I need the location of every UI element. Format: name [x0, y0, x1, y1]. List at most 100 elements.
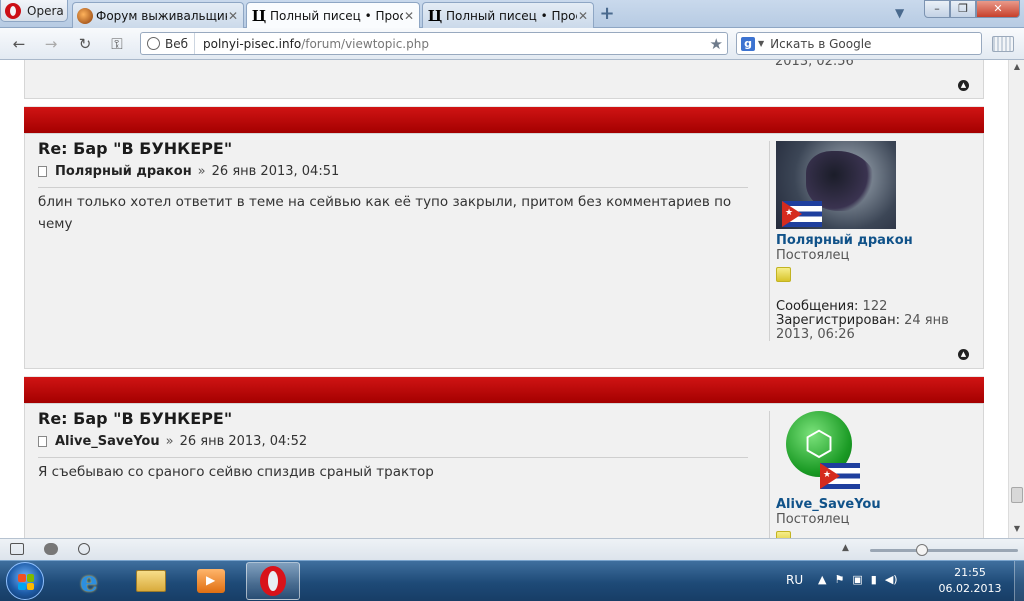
new-tab-plus-icon[interactable]: +	[598, 5, 616, 23]
hexagon-icon: ⬡	[804, 424, 834, 464]
windows-taskbar: e RU ▲ ⚑ ▣ ▮ ◀) 21:55 06.02.2013	[0, 560, 1024, 601]
pi-icon: Ц	[427, 6, 443, 25]
clock[interactable]: 21:55 06.02.2013	[938, 565, 1002, 597]
tab-title: Полный писец • Прос...	[446, 8, 577, 23]
zoom-slider[interactable]	[870, 549, 1018, 552]
post-author[interactable]: Полярный дракон	[55, 164, 192, 179]
scroll-thumb[interactable]	[1011, 487, 1023, 503]
device-icon[interactable]: ▣	[852, 573, 862, 586]
search-placeholder: Искать в Google	[770, 36, 872, 51]
panel-toggle-icon[interactable]	[10, 543, 24, 555]
profile-username[interactable]: Полярный дракон	[776, 233, 966, 248]
folder-icon	[136, 570, 166, 592]
taskbar-media-player[interactable]	[184, 562, 238, 600]
vertical-scrollbar[interactable]: ▲ ▼	[1008, 60, 1024, 538]
zoom-up-icon[interactable]: ▲	[842, 543, 849, 553]
forward-arrow-icon[interactable]: →	[42, 36, 60, 52]
post-title[interactable]: Re: Бар "В БУНКЕРЕ"	[38, 139, 232, 158]
media-player-icon	[197, 569, 225, 593]
post-date: 26 янв 2013, 04:52	[179, 434, 308, 449]
language-indicator[interactable]: RU	[786, 573, 803, 587]
scroll-up-icon[interactable]: ▲	[1009, 60, 1024, 74]
back-arrow-icon[interactable]: ←	[10, 36, 28, 52]
meta-separator: »	[165, 434, 174, 449]
tab-polnyi-pisec[interactable]: Ц Полный писец • Прос... ✕	[422, 2, 594, 28]
taskbar-internet-explorer[interactable]: e	[62, 562, 116, 600]
post-date: 26 янв 2013, 04:51	[211, 164, 340, 179]
profile-rank: Постоялец	[776, 512, 850, 527]
close-tab-icon[interactable]: ✕	[227, 9, 239, 23]
back-to-top-icon[interactable]: ▲	[958, 349, 969, 360]
back-to-top-icon[interactable]: ▲	[958, 80, 969, 91]
speedometer-icon[interactable]	[78, 543, 90, 555]
profile-registered: Зарегистрирован: 24 янв 2013, 06:26	[776, 314, 966, 342]
post-meta: Полярный дракон » 26 янв 2013, 04:51	[38, 164, 339, 179]
window-controls: – ❐ ✕	[924, 0, 1020, 18]
rank-icon	[776, 267, 791, 282]
google-icon[interactable]: g	[741, 36, 755, 51]
cloud-icon[interactable]	[44, 543, 58, 555]
close-window-icon[interactable]: ✕	[976, 0, 1020, 18]
start-button[interactable]	[6, 562, 44, 600]
post-icon[interactable]	[38, 166, 47, 177]
url-path: /forum/viewtopic.php	[301, 36, 429, 51]
meta-separator: »	[197, 164, 206, 179]
tab-forum-survivalist[interactable]: Форум выживальщик... ✕	[72, 2, 244, 28]
clock-date: 06.02.2013	[938, 582, 1002, 595]
tab-list-chevron-icon[interactable]: ▼	[895, 6, 904, 20]
profile-username[interactable]: Alive_SaveYou	[776, 497, 881, 512]
internet-explorer-icon: e	[80, 564, 98, 598]
rank-icon	[776, 531, 791, 538]
post-title[interactable]: Re: Бар "В БУНКЕРЕ"	[38, 409, 232, 428]
reload-icon[interactable]: ↻	[76, 36, 94, 52]
web-badge[interactable]: Веб	[141, 33, 196, 54]
profile-rank: Постоялец	[776, 248, 850, 263]
tray-expand-icon[interactable]: ▲	[818, 573, 826, 586]
status-bar: ▲	[0, 538, 1024, 560]
post-profile: Полярный дракон Постоялец Сообщения: 122…	[769, 141, 966, 342]
taskbar-explorer[interactable]	[124, 562, 178, 600]
navigation-bar: ← → ↻ ⚿ Веб polnyi-pisec.info/forum/view…	[0, 28, 1024, 60]
flag-warning-icon[interactable]: ⚑	[834, 573, 844, 586]
close-tab-icon[interactable]: ✕	[403, 9, 415, 23]
minimize-icon[interactable]: –	[924, 0, 950, 18]
speed-panel-icon[interactable]	[992, 36, 1014, 52]
cuba-flag-icon	[782, 201, 822, 227]
tab-polnyi-pisec-active[interactable]: Ц Полный писец • Прос... ✕	[246, 2, 420, 29]
zoom-slider-knob[interactable]	[916, 544, 928, 556]
url-text[interactable]: polnyi-pisec.info/forum/viewtopic.php	[195, 37, 429, 51]
registered-label: Зарегистрирован:	[776, 313, 900, 328]
avatar[interactable]	[776, 141, 896, 229]
bookmark-star-icon[interactable]: ★	[710, 35, 723, 53]
search-field[interactable]: g ▼ Искать в Google	[736, 32, 982, 55]
post-body: Я съебываю со сраного сейвю спиздив сран…	[38, 464, 434, 480]
key-icon[interactable]: ⚿	[106, 36, 128, 52]
address-field[interactable]: Веб polnyi-pisec.info/forum/viewtopic.ph…	[140, 32, 728, 55]
messages-label: Сообщения:	[776, 299, 859, 314]
opera-menu-button[interactable]: Opera	[0, 0, 68, 22]
post-meta: Alive_SaveYou » 26 янв 2013, 04:52	[38, 434, 307, 449]
clock-time: 21:55	[954, 566, 986, 579]
taskbar-opera[interactable]	[246, 562, 300, 600]
post-partial: 2013, 02:56 ▲	[24, 60, 984, 99]
search-engine-dropdown-icon[interactable]: ▼	[758, 39, 764, 48]
cuba-flag-icon	[820, 463, 860, 489]
messages-count[interactable]: 122	[863, 299, 888, 314]
globe-small-icon	[147, 37, 160, 50]
tab-bar: Opera Форум выживальщик... ✕ Ц Полный пи…	[0, 0, 1024, 29]
network-signal-icon[interactable]: ▮	[871, 573, 877, 586]
volume-icon[interactable]: ◀)	[885, 573, 898, 586]
web-badge-label: Веб	[165, 36, 189, 51]
post-header-bar	[24, 106, 984, 133]
scroll-down-icon[interactable]: ▼	[1009, 522, 1024, 536]
show-desktop-button[interactable]	[1014, 561, 1024, 601]
opera-icon	[260, 566, 286, 596]
post-author[interactable]: Alive_SaveYou	[55, 434, 160, 449]
close-tab-icon[interactable]: ✕	[577, 9, 589, 23]
post-icon[interactable]	[38, 436, 47, 447]
divider	[38, 187, 748, 188]
globe-icon	[77, 7, 93, 24]
restore-icon[interactable]: ❐	[950, 0, 976, 18]
avatar[interactable]: ⬡	[776, 411, 866, 489]
windows-logo-icon	[18, 574, 34, 590]
